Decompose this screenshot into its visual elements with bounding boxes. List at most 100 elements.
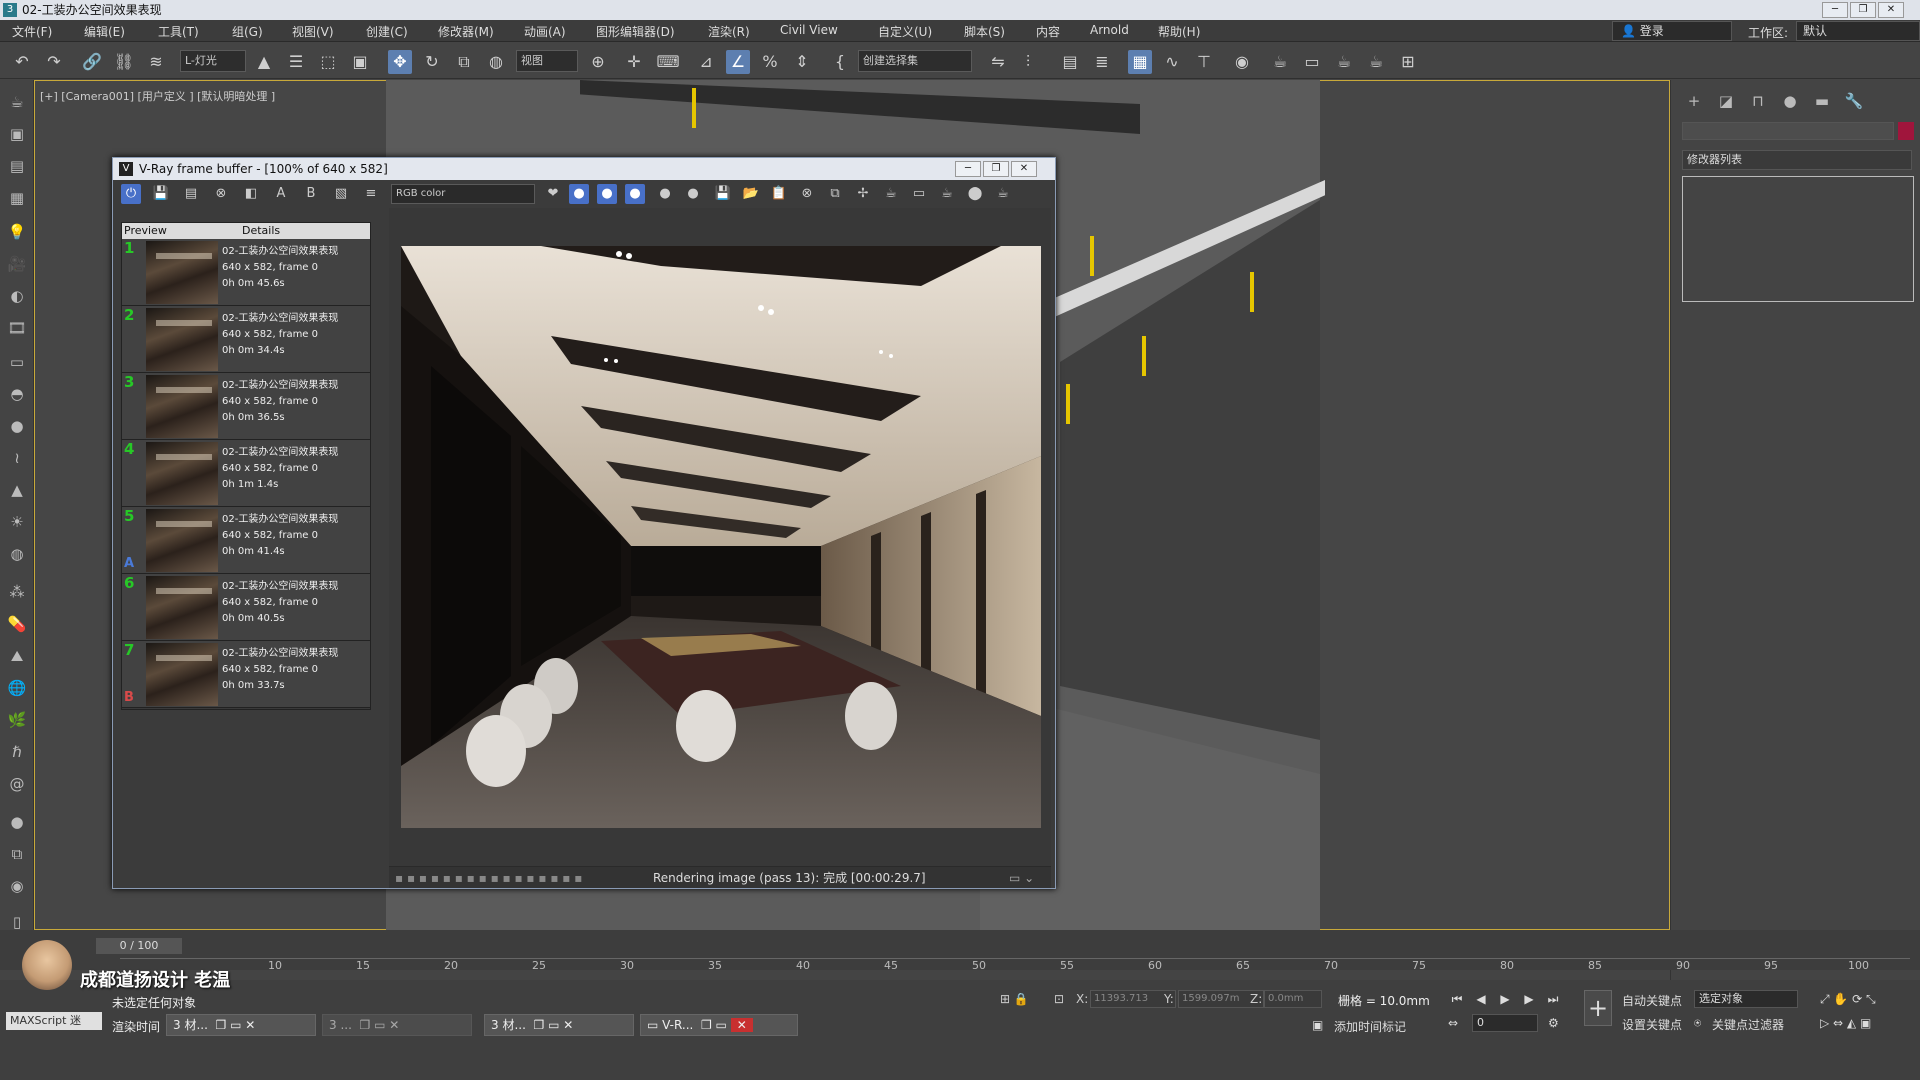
object-name-field[interactable] [1682, 122, 1894, 140]
vfb-duplicate-icon[interactable]: ⧉ [825, 184, 845, 204]
cone-icon[interactable]: ▲ [5, 478, 29, 502]
auto-key-button[interactable]: 自动关键点 [1622, 992, 1682, 1009]
go-to-start-icon[interactable]: ⏮ [1448, 990, 1466, 1008]
blue-channel-icon[interactable]: ● [625, 184, 645, 204]
curve-editor-icon[interactable]: ∿ [1160, 50, 1184, 74]
layers-icon[interactable]: ⧉ [5, 842, 29, 866]
close-button[interactable]: ✕ [1878, 2, 1904, 18]
vray-sphere-icon[interactable]: ◍ [5, 542, 29, 566]
align-icon[interactable]: ⫶ [1016, 50, 1040, 74]
unlink-icon[interactable]: ⛓ [112, 50, 136, 74]
vfb-clipboard-icon[interactable]: 📋 [769, 184, 789, 204]
previous-frame-icon[interactable]: ◀ [1472, 990, 1490, 1008]
pill-icon[interactable]: 💊 [5, 612, 29, 636]
light-gizmo[interactable] [1142, 336, 1146, 376]
display-tab-icon[interactable]: ▬ [1811, 90, 1833, 112]
maxscript-listener[interactable]: MAXScript 迷 [6, 1012, 102, 1030]
z-coordinate-field[interactable]: 0.0mm [1264, 990, 1322, 1008]
vfb-save-image-icon[interactable]: 💾 [713, 184, 733, 204]
sphere-icon[interactable]: ● [5, 414, 29, 438]
menu-tools[interactable]: 工具(T) [158, 23, 199, 40]
menu-edit[interactable]: 编辑(E) [84, 23, 125, 40]
next-frame-icon[interactable]: ▶ [1520, 990, 1538, 1008]
frame-slider[interactable]: 0 / 100 [96, 938, 182, 954]
selection-lock-icon[interactable]: ⊞ 🔒 [1000, 992, 1029, 1006]
light-gizmo[interactable] [692, 88, 696, 128]
box-icon[interactable]: ▣ [5, 122, 29, 146]
menu-modifiers[interactable]: 修改器(M) [438, 23, 494, 40]
modifier-stack[interactable] [1682, 176, 1914, 302]
vfb-save-icon[interactable]: 💾 [151, 184, 171, 204]
angle-snap-icon[interactable]: ∠ [726, 50, 750, 74]
menu-customize[interactable]: 自定义(U) [878, 23, 932, 40]
vfb-remove-icon[interactable]: ⊗ [211, 184, 231, 204]
motion-tab-icon[interactable]: ● [1779, 90, 1801, 112]
time-tag-icon[interactable]: ▣ [1312, 1018, 1323, 1032]
vfb-color-icon[interactable]: ❤ [543, 184, 563, 204]
modify-tab-icon[interactable]: ◪ [1715, 90, 1737, 112]
keyboard-shortcut-icon[interactable]: ⌨ [656, 50, 680, 74]
particles-icon[interactable]: ⁂ [5, 580, 29, 604]
go-to-end-icon[interactable]: ⏭ [1544, 990, 1562, 1008]
vfb-interactive-icon[interactable]: ☕ [993, 184, 1013, 204]
move-icon[interactable]: ✥ [388, 50, 412, 74]
taskbar-material-editor-1[interactable]: 3 材... ❐ ▭ ✕ [166, 1014, 316, 1036]
layer-explorer-icon[interactable]: ≣ [1090, 50, 1114, 74]
vfb-menu-icon[interactable]: ≡ [361, 184, 381, 204]
history-item[interactable]: 1 02-工装办公空间效果表现 640 x 582, frame 0 0h 0m 4… [122, 239, 370, 306]
menu-civil-view[interactable]: Civil View [780, 23, 838, 37]
menu-arnold[interactable]: Arnold [1090, 23, 1129, 37]
redo-icon[interactable]: ↷ [42, 50, 66, 74]
absolute-mode-icon[interactable]: ⊡ [1054, 992, 1064, 1006]
minimize-button[interactable]: ─ [1822, 2, 1848, 18]
render-iterative-icon[interactable]: ☕ [1364, 50, 1388, 74]
current-frame-field[interactable]: 0 [1472, 1014, 1538, 1032]
menu-view[interactable]: 视图(V) [292, 23, 334, 40]
vfb-close-button[interactable]: ✕ [1011, 161, 1037, 177]
teapot-icon[interactable]: ☕ [5, 90, 29, 114]
vfb-image-icon[interactable]: ▧ [331, 184, 351, 204]
create-tab-icon[interactable]: + [1683, 90, 1705, 112]
vfb-render-icon[interactable]: ☕ [937, 184, 957, 204]
vfb-folder-icon[interactable]: 📂 [741, 184, 761, 204]
globe-icon[interactable]: 🌐 [5, 676, 29, 700]
mono-icon[interactable]: ● [683, 184, 703, 204]
named-selection-dropdown[interactable]: 创建选择集 [858, 50, 972, 72]
utilities-tab-icon[interactable]: 🔧 [1843, 90, 1865, 112]
spiral-icon[interactable]: @ [5, 772, 29, 796]
rendered-frame-window-icon[interactable]: ▭ [1300, 50, 1324, 74]
history-item[interactable]: 7 B 02-工装办公空间效果表现 640 x 582, frame 0 0h 0m… [122, 641, 370, 708]
plane-icon[interactable]: ▭ [5, 350, 29, 374]
menu-animation[interactable]: 动画(A) [524, 23, 566, 40]
rotate-icon[interactable]: ↻ [420, 50, 444, 74]
add-time-tag[interactable]: 添加时间标记 [1334, 1018, 1406, 1035]
reference-coord-dropdown[interactable]: 视图 [516, 50, 578, 72]
link-icon[interactable]: 🔗 [80, 50, 104, 74]
menu-scripting[interactable]: 脚本(S) [964, 23, 1005, 40]
scatter-icon[interactable]: ⛰ [5, 644, 29, 668]
toggle-ribbon-icon[interactable]: ▦ [1128, 50, 1152, 74]
red-channel-icon[interactable]: ● [569, 184, 589, 204]
viewport-nav-icons-2[interactable]: ▷ ⇔ ◭ ▣ [1820, 1016, 1871, 1030]
hf-icon[interactable]: ℏ [5, 740, 29, 764]
key-mode-icon[interactable]: ⇔ [1448, 1016, 1458, 1030]
select-object-icon[interactable]: ▲ [252, 50, 276, 74]
maximize-button[interactable]: ❐ [1850, 2, 1876, 18]
schematic-view-icon[interactable]: ⊤ [1192, 50, 1216, 74]
set-key-big-icon[interactable]: + [1584, 990, 1612, 1026]
window-crossing-icon[interactable]: ▣ [348, 50, 372, 74]
vfb-history-toggle-icon[interactable]: ⏻ [121, 184, 141, 204]
sun-icon[interactable]: ☀ [5, 510, 29, 534]
play-icon[interactable]: ▶ [1496, 990, 1514, 1008]
fur-icon[interactable]: ≀ [5, 446, 29, 470]
panel-icon[interactable]: ▤ [5, 154, 29, 178]
rect-selection-icon[interactable]: ⬚ [316, 50, 340, 74]
render-canvas-area[interactable] [389, 208, 1051, 868]
undo-icon[interactable]: ↶ [10, 50, 34, 74]
modifier-list-dropdown[interactable]: 修改器列表 [1682, 150, 1912, 170]
time-config-icon[interactable]: ⚙ [1548, 1016, 1559, 1030]
vfb-set-b-icon[interactable]: B [301, 184, 321, 204]
vfb-compare-icon[interactable]: ◧ [241, 184, 261, 204]
history-item[interactable]: 3 02-工装办公空间效果表现 640 x 582, frame 0 0h 0m 3… [122, 373, 370, 440]
vfb-minimize-button[interactable]: ─ [955, 161, 981, 177]
